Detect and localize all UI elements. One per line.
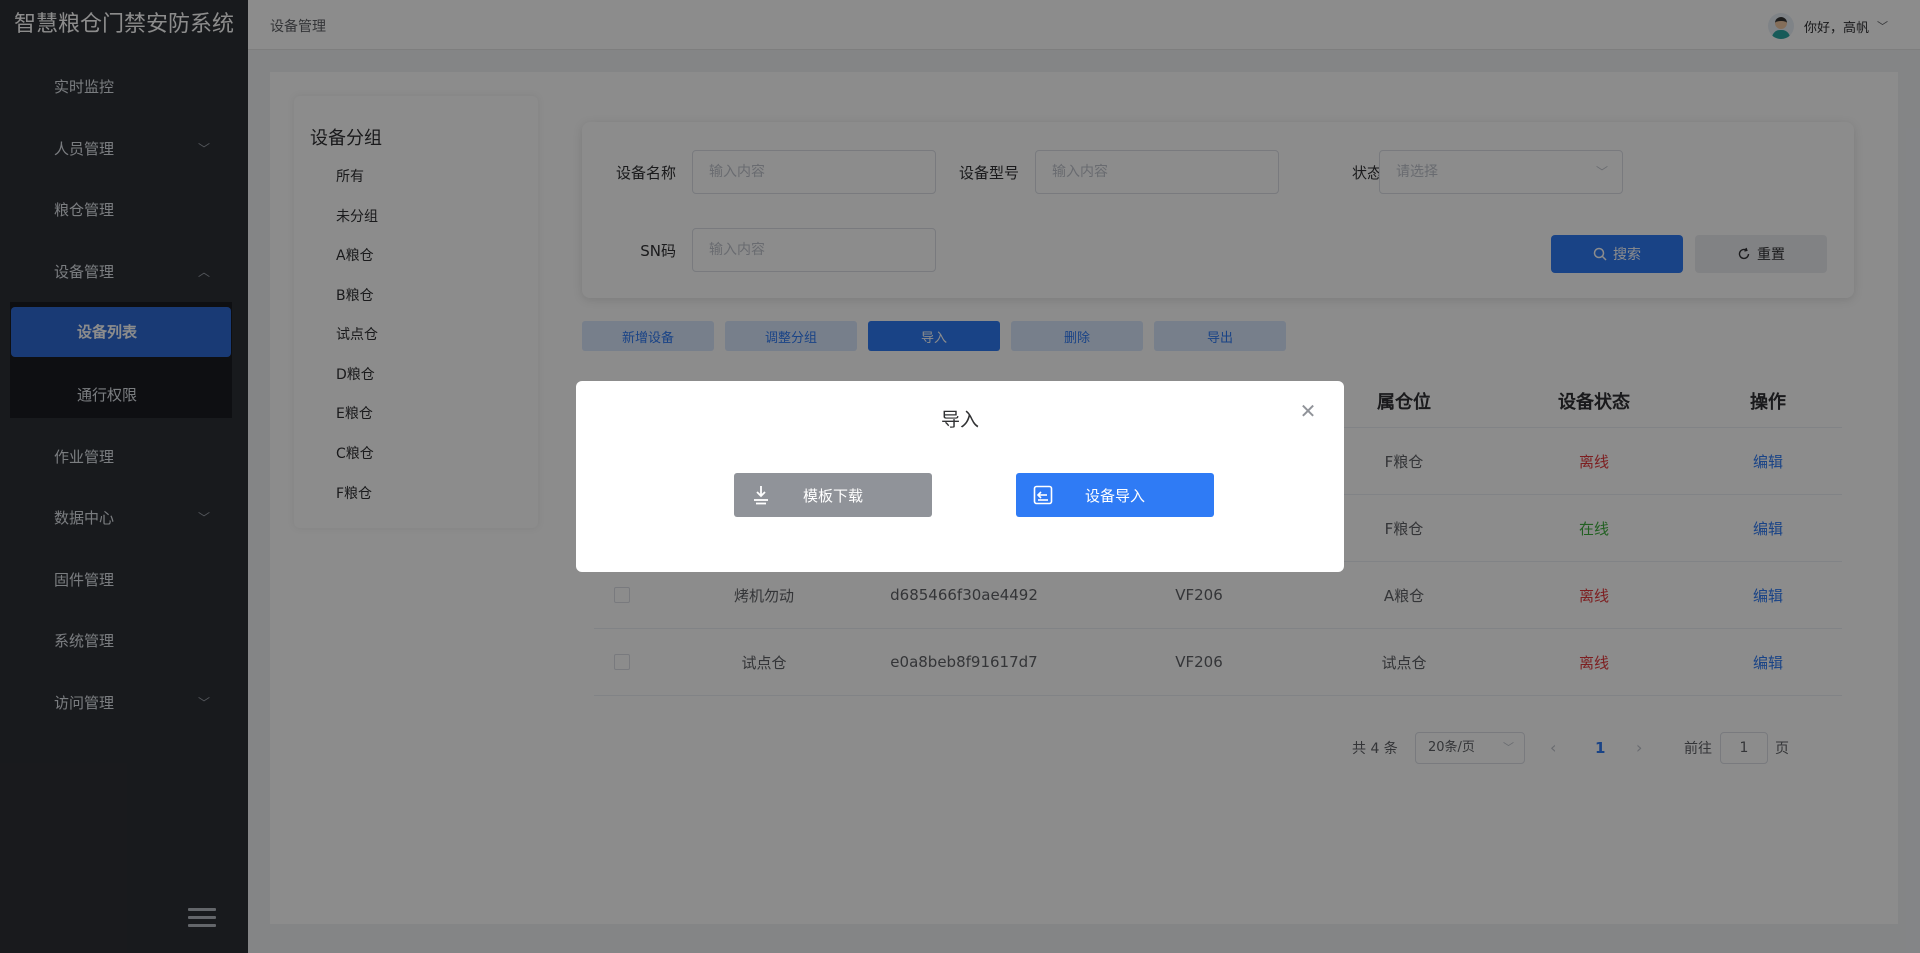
download-icon [754, 486, 768, 505]
template-download-button[interactable]: 模板下载 [734, 473, 932, 517]
device-import-label: 设备导入 [1084, 486, 1145, 505]
import-icon [1033, 485, 1053, 505]
import-dialog: 导入 ✕ 模板下载 设备导入 [576, 381, 1344, 572]
template-download-label: 模板下载 [802, 486, 863, 505]
dialog-title: 导入 [940, 409, 979, 431]
device-import-button[interactable]: 设备导入 [1016, 473, 1214, 517]
close-icon[interactable]: ✕ [1298, 401, 1318, 421]
